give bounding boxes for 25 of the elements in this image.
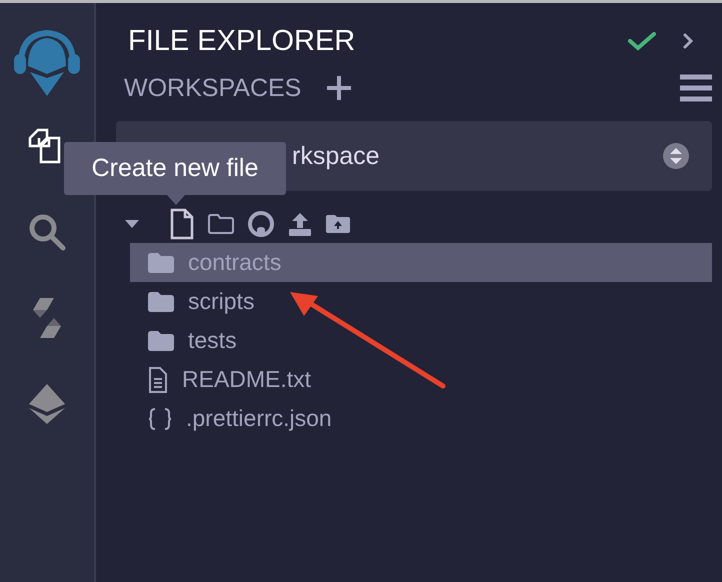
chevron-right-icon[interactable] (682, 32, 694, 50)
tree-item[interactable]: .prettierrc.json (130, 399, 712, 438)
ethereum-icon[interactable] (27, 382, 67, 426)
folder-upload-icon[interactable] (326, 214, 350, 234)
upload-icon[interactable] (288, 211, 312, 237)
folder-icon (148, 252, 174, 272)
caret-icon[interactable] (124, 218, 140, 230)
braces-icon (148, 408, 172, 430)
add-workspace-button[interactable] (325, 74, 354, 102)
search-icon[interactable] (27, 212, 67, 252)
folder-icon (148, 330, 174, 350)
folder-icon[interactable] (208, 214, 234, 234)
solidity-icon[interactable] (32, 296, 62, 340)
tree-item[interactable]: README.txt (130, 360, 712, 399)
new-file-icon[interactable] (170, 208, 194, 240)
tree-item[interactable]: tests (130, 321, 712, 360)
menu-icon[interactable] (680, 74, 712, 102)
sort-icon (662, 142, 690, 170)
check-icon (628, 31, 656, 51)
folder-icon (148, 292, 174, 312)
tree-item[interactable]: scripts (130, 282, 712, 321)
text-file-icon (148, 366, 168, 392)
tooltip-pointer (167, 195, 185, 205)
workspaces-label: WORKSPACES (124, 74, 302, 102)
panel-title: FILE EXPLORER (128, 24, 356, 58)
